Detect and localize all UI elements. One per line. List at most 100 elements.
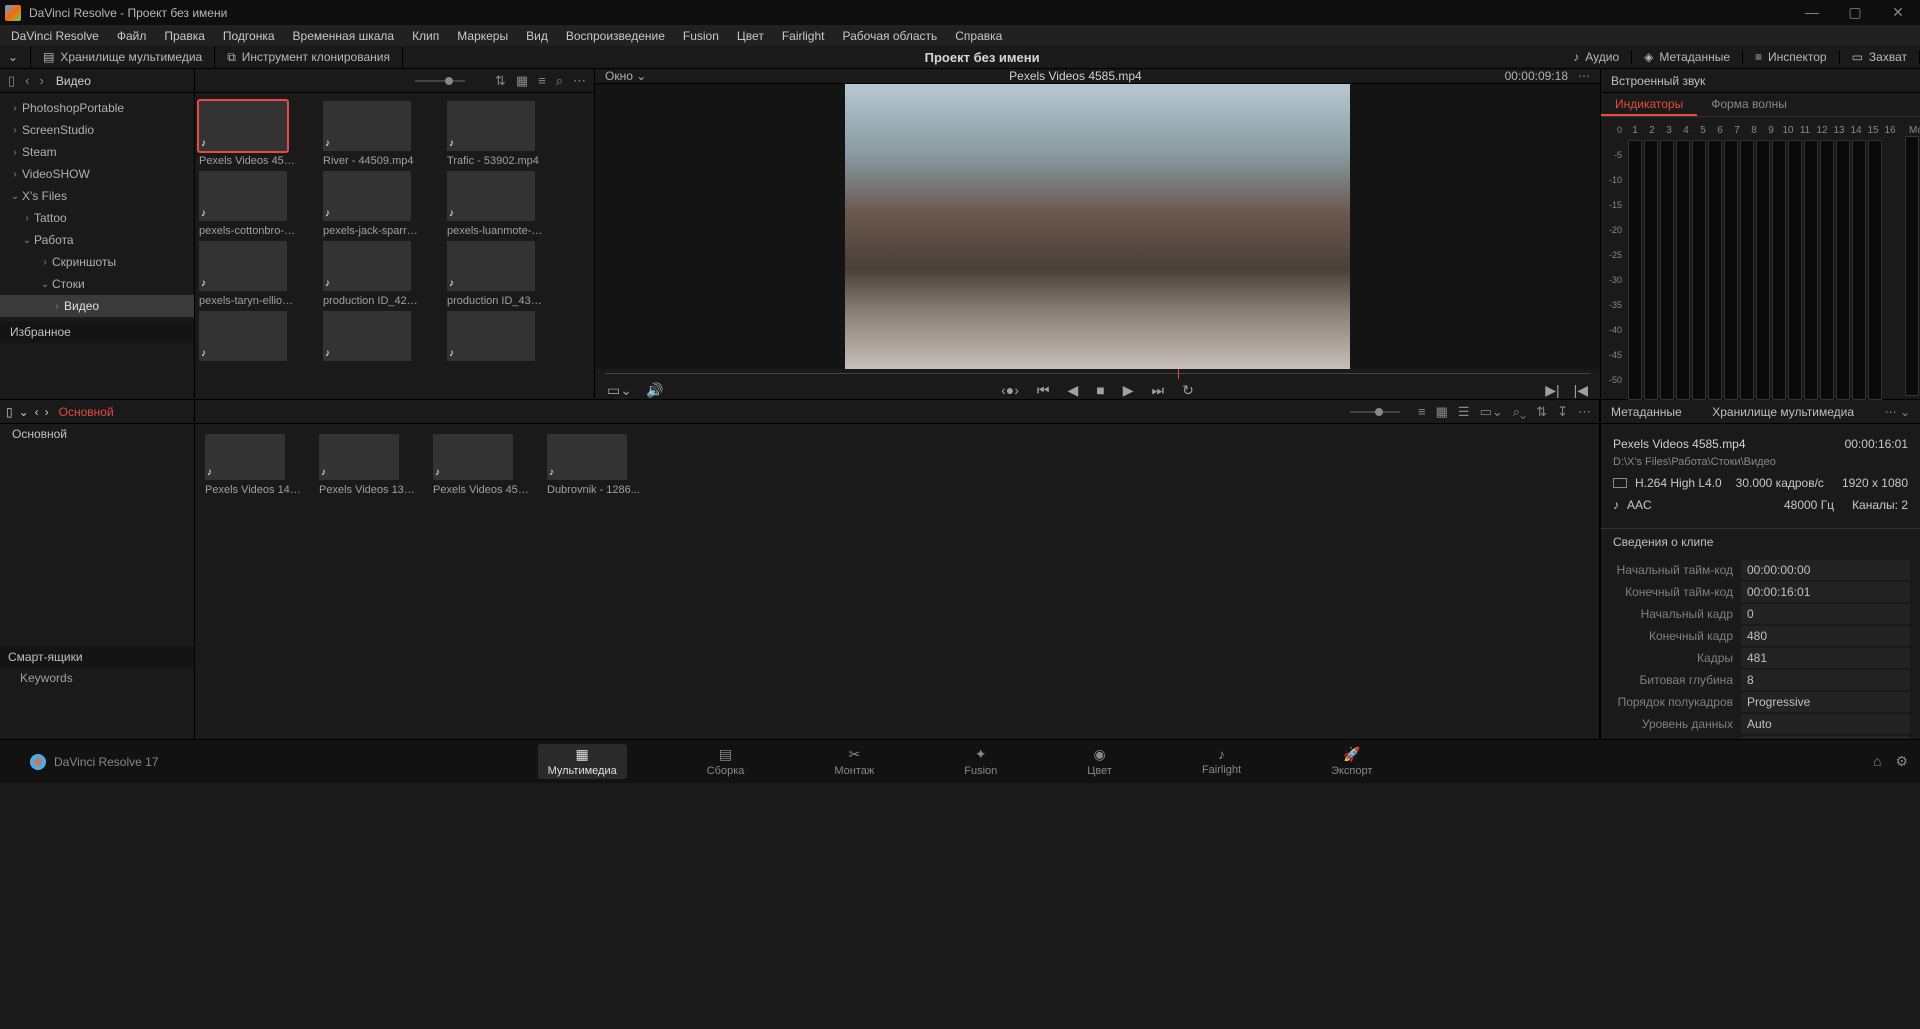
menu-временная шкала[interactable]: Временная шкала	[284, 27, 404, 45]
media-storage-tab[interactable]: Хранилище мультимедиа	[1712, 405, 1854, 419]
capture-button[interactable]: ▭Захват	[1840, 50, 1920, 64]
smart-bin-item[interactable]: Keywords	[0, 668, 194, 690]
folder-node[interactable]: ›PhotoshopPortable	[0, 97, 194, 119]
viewer-canvas[interactable]	[595, 84, 1600, 369]
nav-fwd-icon[interactable]: ›	[38, 73, 46, 88]
loop-icon[interactable]: ↻	[1182, 382, 1194, 399]
menu-клип[interactable]: Клип	[403, 27, 448, 45]
folder-node[interactable]: ›ScreenStudio	[0, 119, 194, 141]
nav-fwd-icon[interactable]: ›	[45, 405, 49, 419]
clip-item[interactable]: ♪pexels-taryn-elliott-5...	[199, 241, 295, 307]
folder-node[interactable]: ›Видео	[0, 295, 194, 317]
panel-layout-icon[interactable]: ▯	[6, 73, 17, 89]
folder-node[interactable]: ›Скриншоты	[0, 251, 194, 273]
menu-правка[interactable]: Правка	[155, 27, 214, 45]
list-view-icon[interactable]: ≡	[538, 73, 546, 88]
menu-цвет[interactable]: Цвет	[728, 27, 773, 45]
menu-справка[interactable]: Справка	[946, 27, 1011, 45]
tab-waveform[interactable]: Форма волны	[1697, 93, 1801, 116]
viewer-scrubber[interactable]	[595, 369, 1600, 381]
menu-davinci resolve[interactable]: DaVinci Resolve	[2, 27, 108, 45]
page-fairlight[interactable]: ♪Fairlight	[1192, 744, 1251, 779]
thumb-size-slider[interactable]	[415, 80, 465, 82]
pool-clip[interactable]: ♪Pexels Videos 458...	[433, 434, 529, 496]
inspector-button[interactable]: ≡Инспектор	[1743, 50, 1840, 64]
play-icon[interactable]: ▶	[1123, 382, 1134, 399]
viewer-mode[interactable]: Окно ⌄	[605, 69, 646, 83]
folder-node[interactable]: ⌄Работа	[0, 229, 194, 251]
list-view-icon[interactable]: ☰	[1458, 404, 1470, 420]
minimize-button[interactable]: —	[1803, 4, 1821, 21]
dropdown-button[interactable]: ⌄	[0, 46, 31, 68]
home-icon[interactable]: ⌂	[1873, 753, 1881, 770]
folder-node[interactable]: ›VideoSHOW	[0, 163, 194, 185]
grid-view-icon[interactable]: ▦	[516, 73, 528, 89]
folder-node[interactable]: ⌄Стоки	[0, 273, 194, 295]
panel-layout-icon[interactable]: ▯	[6, 405, 13, 419]
first-frame-icon[interactable]: ⏮	[1037, 382, 1050, 399]
filter-icon[interactable]: ⇅	[1536, 404, 1547, 420]
stop-icon[interactable]: ■	[1096, 382, 1104, 398]
match-frame-icon[interactable]: ▭⌄	[607, 382, 632, 399]
clip-item[interactable]: ♪production ID_43407...	[447, 241, 543, 307]
mark-in-icon[interactable]: ‹●›	[1001, 382, 1019, 398]
strip-view-icon[interactable]: ≡	[1418, 404, 1426, 419]
menu-fusion[interactable]: Fusion	[674, 27, 728, 45]
clip-item[interactable]: ♪Trafic - 53902.mp4	[447, 101, 543, 167]
page-экспорт[interactable]: 🚀Экспорт	[1321, 744, 1382, 779]
last-frame-icon[interactable]: ⏭	[1152, 382, 1165, 399]
folder-node[interactable]: ›Tattoo	[0, 207, 194, 229]
clip-item[interactable]: ♪River - 44509.mp4	[323, 101, 419, 167]
thumb-size-slider[interactable]	[1350, 411, 1400, 413]
collapse-icon[interactable]: ⌄	[19, 405, 29, 419]
search-icon[interactable]: ⌕	[556, 73, 563, 89]
play-rev-icon[interactable]: ◀	[1068, 382, 1079, 399]
clip-item[interactable]: ♪pexels-cottonbro-54...	[199, 171, 295, 237]
metadata-tab[interactable]: Метаданные	[1611, 405, 1682, 419]
pool-clip[interactable]: ♪Dubrovnik - 1286...	[547, 434, 643, 496]
meta-more-icon[interactable]: ⋯ ⌄	[1885, 405, 1910, 419]
page-сборка[interactable]: ▤Сборка	[697, 744, 755, 779]
sort-icon[interactable]: ⇅	[495, 73, 506, 89]
volume-icon[interactable]: 🔊	[646, 382, 663, 399]
menu-рабочая область[interactable]: Рабочая область	[834, 27, 947, 45]
prev-clip-icon[interactable]: |◀	[1574, 382, 1588, 399]
clip-item[interactable]: ♪	[199, 311, 295, 365]
menu-воспроизведение[interactable]: Воспроизведение	[557, 27, 674, 45]
clip-item[interactable]: ♪Pexels Videos 4585...	[199, 101, 295, 167]
menu-файл[interactable]: Файл	[108, 27, 156, 45]
menu-подгонка[interactable]: Подгонка	[214, 27, 284, 45]
page-монтаж[interactable]: ✂Монтаж	[824, 744, 884, 779]
nav-back-icon[interactable]: ‹	[35, 405, 39, 419]
settings-icon[interactable]: ⚙	[1895, 753, 1908, 770]
folder-node[interactable]: ›Steam	[0, 141, 194, 163]
more-icon[interactable]: ⋯	[1578, 404, 1591, 420]
grid-view-icon[interactable]: ▦	[1436, 404, 1448, 420]
more-icon[interactable]: ⋯	[573, 73, 586, 89]
view-mode-icon[interactable]: ▭⌄	[1480, 404, 1503, 420]
pool-clip[interactable]: ♪Pexels Videos 139...	[319, 434, 415, 496]
pool-clip[interactable]: ♪Pexels Videos 141...	[205, 434, 301, 496]
menu-fairlight[interactable]: Fairlight	[773, 27, 834, 45]
bin-item[interactable]: Основной	[0, 424, 194, 446]
close-button[interactable]: ✕	[1889, 4, 1907, 21]
clip-item[interactable]: ♪	[323, 311, 419, 365]
menu-маркеры[interactable]: Маркеры	[448, 27, 517, 45]
media-storage-button[interactable]: ▤ Хранилище мультимедиа	[31, 46, 215, 68]
nav-back-icon[interactable]: ‹	[23, 73, 31, 88]
sort-icon[interactable]: ↧	[1557, 404, 1568, 420]
page-цвет[interactable]: ◉Цвет	[1077, 744, 1122, 779]
clip-item[interactable]: ♪production ID_42649...	[323, 241, 419, 307]
search-icon[interactable]: ⌕⌄	[1513, 404, 1526, 420]
clip-item[interactable]: ♪	[447, 311, 543, 365]
clip-item[interactable]: ♪pexels-luanmote-66...	[447, 171, 543, 237]
tab-indicators[interactable]: Индикаторы	[1601, 93, 1697, 116]
maximize-button[interactable]: ▢	[1846, 4, 1864, 21]
menu-вид[interactable]: Вид	[517, 27, 557, 45]
clip-item[interactable]: ♪pexels-jack-sparrow-...	[323, 171, 419, 237]
next-clip-icon[interactable]: ▶|	[1545, 382, 1559, 399]
audio-button[interactable]: ♪Аудио	[1561, 50, 1632, 64]
folder-node[interactable]: ⌄X's Files	[0, 185, 194, 207]
page-fusion[interactable]: ✦Fusion	[954, 744, 1007, 779]
viewer-more-icon[interactable]: ⋯	[1578, 69, 1590, 83]
